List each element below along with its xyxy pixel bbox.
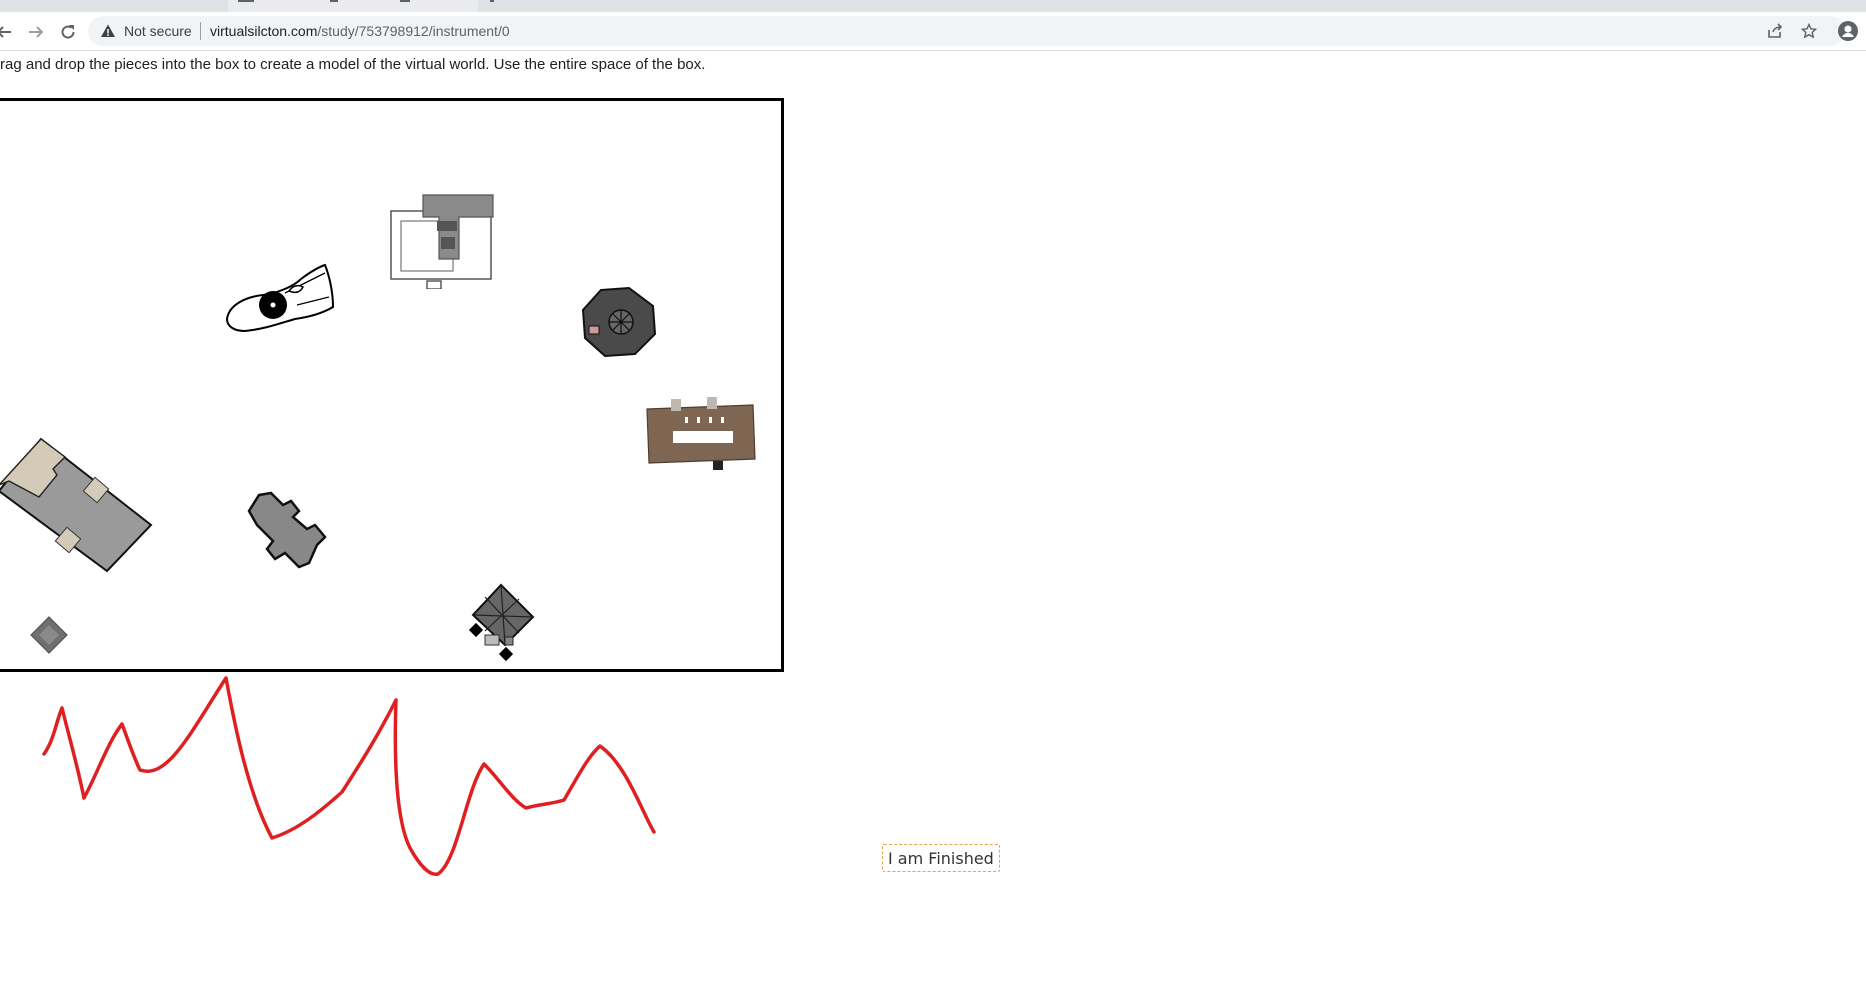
tab-title-fragment	[400, 0, 410, 2]
finish-button[interactable]: I am Finished	[882, 844, 1000, 872]
url-text[interactable]: virtualsilcton.com/study/753798912/instr…	[210, 23, 510, 39]
tab-favicon	[238, 0, 254, 2]
url-path: /study/753798912/instrument/0	[317, 23, 510, 39]
tab-title-fragment	[330, 0, 338, 2]
back-arrow-icon	[0, 26, 11, 38]
tab-close-fragment	[490, 0, 494, 2]
piece-brown-rectangular-building[interactable]	[643, 397, 757, 473]
url-host: virtualsilcton.com	[210, 23, 318, 39]
back-button[interactable]	[0, 20, 16, 44]
active-tab[interactable]	[228, 0, 478, 12]
model-drop-box[interactable]	[0, 98, 784, 672]
star-icon	[1801, 23, 1817, 39]
piece-cross-shaped-gray-building[interactable]	[247, 491, 329, 569]
forward-button[interactable]	[24, 20, 48, 44]
browser-toolbar: Not secure virtualsilcton.com/study/7537…	[0, 12, 1866, 51]
piece-gray-pyramid-roof-building[interactable]	[465, 581, 539, 665]
piece-small-gray-building[interactable]	[25, 613, 71, 659]
profile-button[interactable]	[1838, 21, 1858, 41]
warning-icon	[101, 24, 115, 37]
tab-strip	[0, 0, 1866, 12]
reload-button[interactable]	[56, 20, 80, 44]
share-icon	[1768, 23, 1783, 38]
piece-beige-gray-large-building[interactable]	[0, 435, 153, 575]
piece-t-shaped-gray-building[interactable]	[387, 187, 499, 289]
red-scribble-annotation	[42, 676, 656, 876]
instructions-text: rag and drop the pieces into the box to …	[0, 56, 706, 73]
reload-icon	[61, 25, 75, 39]
address-bar[interactable]: Not secure virtualsilcton.com/study/7537…	[88, 16, 1845, 46]
piece-white-outline-building[interactable]	[225, 257, 335, 333]
avatar-icon	[1838, 21, 1858, 41]
piece-dark-octagonal-building[interactable]	[581, 286, 659, 358]
share-button[interactable]	[1765, 21, 1785, 41]
bookmark-button[interactable]	[1799, 21, 1819, 41]
forward-arrow-icon	[29, 26, 44, 38]
address-separator	[200, 22, 201, 40]
security-label[interactable]: Not secure	[124, 23, 192, 39]
